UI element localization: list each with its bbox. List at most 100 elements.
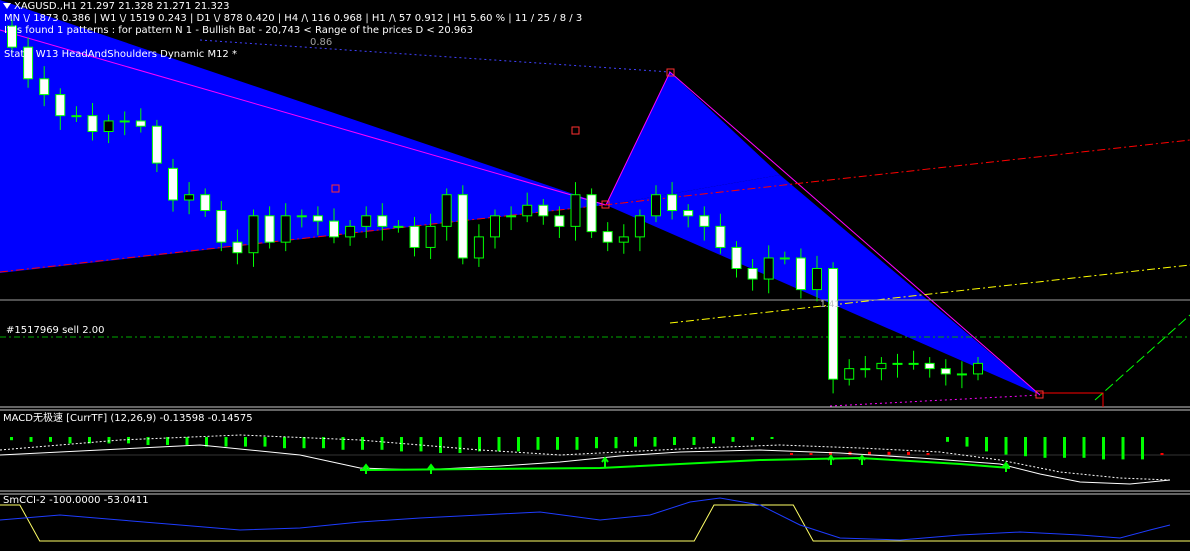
candle-body	[506, 215, 517, 218]
candle-body	[119, 120, 130, 123]
candle-body	[586, 194, 597, 233]
candle-body	[184, 194, 195, 201]
macd-histogram-bar	[595, 437, 598, 449]
candle-body	[683, 210, 694, 217]
candle-body	[441, 194, 452, 227]
macd-histogram-bar	[263, 437, 267, 447]
macd-histogram-bar	[985, 437, 988, 452]
macd-histogram-bar	[478, 437, 481, 452]
candle-body	[168, 167, 178, 201]
macd-histogram-bar	[556, 437, 559, 450]
candle-body	[812, 268, 822, 291]
candle-body	[956, 373, 967, 376]
fib-ratio-label: 0.86	[310, 37, 333, 48]
candle-body	[876, 362, 887, 370]
timeframe-line: MN \/ 1873 0.386 | W1 \/ 1519 0.243 | D1…	[4, 13, 583, 24]
macd-histogram-bar	[283, 437, 286, 449]
macd-histogram-bar	[634, 437, 637, 447]
candle-body	[634, 215, 645, 238]
candle-body	[264, 215, 275, 243]
candle-body	[361, 215, 372, 227]
candle-body	[409, 225, 420, 248]
candle-body	[393, 225, 404, 228]
macd-histogram-bar	[965, 437, 969, 447]
macd-histogram-bar	[49, 437, 52, 442]
macd-histogram-bar	[692, 437, 696, 445]
macd-histogram-bar	[790, 453, 793, 455]
symbol-line: XAGUSD.,H1 21.297 21.328 21.271 21.323	[14, 1, 230, 12]
macd-histogram-bar	[926, 453, 930, 455]
macd-histogram-bar	[1160, 453, 1164, 455]
macd-histogram-bar	[10, 437, 13, 441]
candle-body	[715, 225, 726, 248]
candle-body	[667, 194, 678, 212]
macd-histogram-bar	[946, 437, 949, 442]
symbol-header: XAGUSD.,H1 21.297 21.328 21.271 21.323	[3, 1, 230, 13]
macd-histogram-bar	[614, 437, 618, 449]
candle-body	[651, 194, 661, 217]
macd-histogram-bar	[517, 437, 520, 452]
candle-body	[602, 231, 613, 243]
macd-histogram-bar	[712, 437, 715, 444]
candle-body	[731, 246, 742, 270]
macd-histogram-bar	[770, 437, 774, 439]
macd-histogram-bar	[400, 437, 403, 452]
macd-histogram-bar	[907, 451, 910, 455]
candle-body	[473, 236, 484, 259]
macd-title: MACD无极速 [CurrTF] (12,26,9) -0.13598 -0.1…	[3, 413, 253, 424]
dropdown-triangle-icon[interactable]	[3, 3, 11, 9]
candle-body	[200, 194, 211, 212]
candle-body	[151, 125, 162, 164]
macd-histogram-bar	[1004, 437, 1008, 455]
order-label[interactable]: #1517969 sell 2.00	[6, 325, 104, 337]
candle-body	[377, 215, 388, 227]
candle-body	[747, 268, 758, 280]
ratio-label: 1.41	[820, 300, 841, 310]
macd-histogram-bar	[536, 437, 540, 450]
chart-canvas[interactable]	[0, 0, 1190, 551]
candle-body	[763, 257, 774, 280]
macd-histogram-bar	[575, 437, 579, 450]
macd-histogram-bar	[1141, 437, 1144, 460]
macd-histogram-bar	[419, 437, 423, 452]
candle-body	[71, 115, 82, 118]
candle-body	[55, 94, 66, 117]
candle-body	[538, 204, 549, 217]
candle-body	[457, 194, 468, 259]
candle-body	[973, 362, 983, 375]
macd-histogram-bar	[673, 437, 676, 445]
candle-body	[312, 215, 323, 222]
candle-body	[39, 78, 50, 96]
cci-title: SmCCI-2 -100.0000 -53.0411	[3, 495, 149, 506]
candle-body	[892, 362, 903, 365]
candle-body	[699, 215, 710, 227]
candle-body	[554, 215, 565, 227]
macd-histogram-bar	[1082, 437, 1086, 458]
macd-histogram-bar	[887, 451, 891, 455]
macd-histogram-bar	[185, 437, 189, 445]
candle-body	[280, 215, 291, 243]
macd-histogram-bar	[68, 437, 72, 444]
macd-histogram-bar	[1024, 437, 1027, 457]
macd-histogram-bar	[146, 437, 150, 445]
candle-body	[779, 257, 790, 260]
macd-histogram-bar	[751, 437, 754, 441]
macd-histogram-bar	[809, 453, 813, 455]
candle-body	[87, 115, 98, 132]
candle-body	[860, 368, 871, 371]
candle-body	[490, 215, 500, 238]
static-dynamic-line: Static W13 HeadAndShoulders Dynamic M12 …	[4, 49, 237, 60]
candle-body	[216, 210, 227, 243]
candle-body	[522, 204, 533, 217]
candle-body	[425, 225, 436, 248]
macd-histogram-bar	[1102, 437, 1105, 460]
candle-body	[345, 225, 356, 238]
macd-histogram-bar	[458, 437, 462, 453]
candle-body	[103, 120, 114, 132]
candle-body	[296, 215, 307, 218]
candle-body	[908, 362, 919, 365]
candle-body	[924, 362, 935, 370]
candle-body	[248, 215, 259, 254]
pattern-info-line: It is found 1 patterns : for pattern N 1…	[4, 25, 473, 36]
macd-histogram-bar	[244, 437, 247, 447]
